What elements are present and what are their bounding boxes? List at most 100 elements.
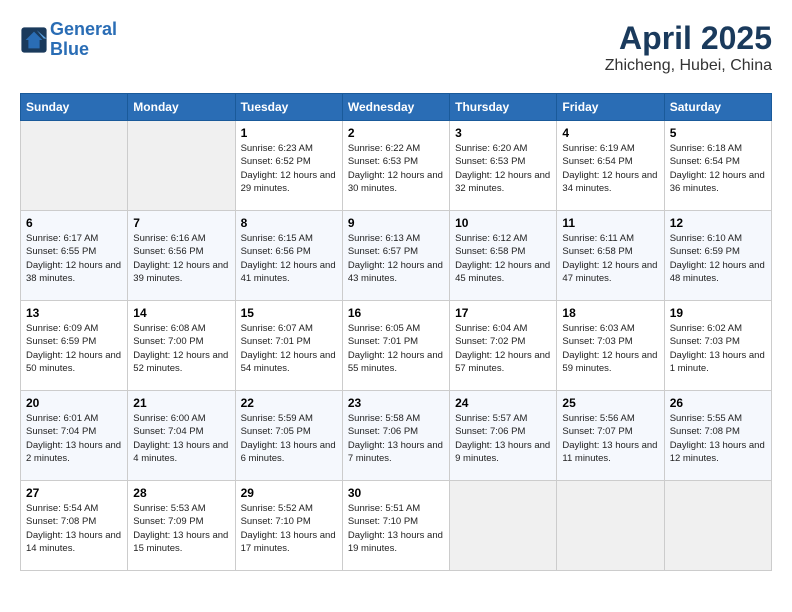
calendar-cell <box>450 481 557 571</box>
day-number: 26 <box>670 396 766 410</box>
day-detail: Sunrise: 5:54 AMSunset: 7:08 PMDaylight:… <box>26 502 122 555</box>
calendar-cell: 30Sunrise: 5:51 AMSunset: 7:10 PMDayligh… <box>342 481 449 571</box>
day-detail: Sunrise: 6:10 AMSunset: 6:59 PMDaylight:… <box>670 232 766 285</box>
day-number: 9 <box>348 216 444 230</box>
calendar-cell: 20 Sunrise: 6:01 AMSunset: 7:04 PMDayligh… <box>21 391 128 481</box>
calendar-cell: 17 Sunrise: 6:04 AMSunset: 7:02 PMDayligh… <box>450 301 557 391</box>
day-number: 27 <box>26 486 122 500</box>
calendar-cell: 24 Sunrise: 5:57 AMSunset: 7:06 PMDayligh… <box>450 391 557 481</box>
calendar-cell: 15 Sunrise: 6:07 AMSunset: 7:01 PMDayligh… <box>235 301 342 391</box>
day-detail: Sunrise: 5:55 AMSunset: 7:08 PMDaylight:… <box>670 412 766 465</box>
day-number: 19 <box>670 306 766 320</box>
logo-icon <box>20 26 48 54</box>
calendar-cell: 2Sunrise: 6:22 AMSunset: 6:53 PMDaylight… <box>342 121 449 211</box>
day-number: 30 <box>348 486 444 500</box>
day-number: 3 <box>455 126 551 140</box>
weekday-header-thursday: Thursday <box>450 94 557 121</box>
calendar-week-1: 1 Sunrise: 6:23 AMSunset: 6:52 PMDaylight… <box>21 121 772 211</box>
title-area: April 2025 Zhicheng, Hubei, China <box>605 20 772 75</box>
day-number: 28 <box>133 486 229 500</box>
calendar-cell: 23 Sunrise: 5:58 AMSunset: 7:06 PMDayligh… <box>342 391 449 481</box>
weekday-header-wednesday: Wednesday <box>342 94 449 121</box>
calendar-cell: 3 Sunrise: 6:20 AMSunset: 6:53 PMDaylight… <box>450 121 557 211</box>
calendar-cell: 16Sunrise: 6:05 AMSunset: 7:01 PMDayligh… <box>342 301 449 391</box>
logo-line1: General <box>50 19 117 39</box>
day-detail: Sunrise: 6:00 AMSunset: 7:04 PMDaylight:… <box>133 412 229 465</box>
day-detail: Sunrise: 6:02 AMSunset: 7:03 PMDaylight:… <box>670 322 766 375</box>
day-detail: Sunrise: 6:01 AMSunset: 7:04 PMDaylight:… <box>26 412 122 465</box>
day-detail: Sunrise: 5:56 AMSunset: 7:07 PMDaylight:… <box>562 412 658 465</box>
day-number: 14 <box>133 306 229 320</box>
location-title: Zhicheng, Hubei, China <box>605 57 772 75</box>
calendar-table: SundayMondayTuesdayWednesdayThursdayFrid… <box>20 93 772 571</box>
calendar-week-5: 27 Sunrise: 5:54 AMSunset: 7:08 PMDayligh… <box>21 481 772 571</box>
calendar-cell: 4 Sunrise: 6:19 AMSunset: 6:54 PMDaylight… <box>557 121 664 211</box>
day-detail: Sunrise: 6:12 AMSunset: 6:58 PMDaylight:… <box>455 232 551 285</box>
calendar-cell: 8 Sunrise: 6:15 AMSunset: 6:56 PMDaylight… <box>235 211 342 301</box>
day-number: 18 <box>562 306 658 320</box>
day-number: 20 <box>26 396 122 410</box>
day-number: 25 <box>562 396 658 410</box>
day-number: 8 <box>241 216 337 230</box>
day-detail: Sunrise: 5:53 AMSunset: 7:09 PMDaylight:… <box>133 502 229 555</box>
day-number: 10 <box>455 216 551 230</box>
logo: General Blue <box>20 20 117 60</box>
calendar-cell: 29 Sunrise: 5:52 AMSunset: 7:10 PMDayligh… <box>235 481 342 571</box>
day-detail: Sunrise: 6:17 AMSunset: 6:55 PMDaylight:… <box>26 232 122 285</box>
calendar-cell: 9 Sunrise: 6:13 AMSunset: 6:57 PMDaylight… <box>342 211 449 301</box>
calendar-cell: 28 Sunrise: 5:53 AMSunset: 7:09 PMDayligh… <box>128 481 235 571</box>
day-detail: Sunrise: 6:20 AMSunset: 6:53 PMDaylight:… <box>455 142 551 195</box>
calendar-cell: 7 Sunrise: 6:16 AMSunset: 6:56 PMDaylight… <box>128 211 235 301</box>
calendar-cell: 1 Sunrise: 6:23 AMSunset: 6:52 PMDaylight… <box>235 121 342 211</box>
day-detail: Sunrise: 6:04 AMSunset: 7:02 PMDaylight:… <box>455 322 551 375</box>
day-number: 17 <box>455 306 551 320</box>
calendar-cell: 10 Sunrise: 6:12 AMSunset: 6:58 PMDayligh… <box>450 211 557 301</box>
day-number: 4 <box>562 126 658 140</box>
calendar-cell: 12 Sunrise: 6:10 AMSunset: 6:59 PMDayligh… <box>664 211 771 301</box>
calendar-cell: 13Sunrise: 6:09 AMSunset: 6:59 PMDayligh… <box>21 301 128 391</box>
calendar-week-2: 6 Sunrise: 6:17 AMSunset: 6:55 PMDaylight… <box>21 211 772 301</box>
calendar-cell: 14 Sunrise: 6:08 AMSunset: 7:00 PMDayligh… <box>128 301 235 391</box>
calendar-week-4: 20 Sunrise: 6:01 AMSunset: 7:04 PMDayligh… <box>21 391 772 481</box>
calendar-week-3: 13Sunrise: 6:09 AMSunset: 6:59 PMDayligh… <box>21 301 772 391</box>
day-number: 1 <box>241 126 337 140</box>
day-number: 16 <box>348 306 444 320</box>
calendar-cell: 19 Sunrise: 6:02 AMSunset: 7:03 PMDayligh… <box>664 301 771 391</box>
month-title: April 2025 <box>605 20 772 57</box>
calendar-cell <box>128 121 235 211</box>
day-detail: Sunrise: 6:22 AMSunset: 6:53 PMDaylight:… <box>348 142 444 195</box>
calendar-cell: 11Sunrise: 6:11 AMSunset: 6:58 PMDayligh… <box>557 211 664 301</box>
day-detail: Sunrise: 6:07 AMSunset: 7:01 PMDaylight:… <box>241 322 337 375</box>
weekday-header-sunday: Sunday <box>21 94 128 121</box>
day-detail: Sunrise: 5:59 AMSunset: 7:05 PMDaylight:… <box>241 412 337 465</box>
weekday-header-friday: Friday <box>557 94 664 121</box>
day-number: 11 <box>562 216 658 230</box>
day-detail: Sunrise: 6:13 AMSunset: 6:57 PMDaylight:… <box>348 232 444 285</box>
day-detail: Sunrise: 5:58 AMSunset: 7:06 PMDaylight:… <box>348 412 444 465</box>
day-number: 7 <box>133 216 229 230</box>
weekday-header-monday: Monday <box>128 94 235 121</box>
calendar-cell: 21 Sunrise: 6:00 AMSunset: 7:04 PMDayligh… <box>128 391 235 481</box>
day-number: 29 <box>241 486 337 500</box>
day-number: 12 <box>670 216 766 230</box>
day-number: 21 <box>133 396 229 410</box>
day-detail: Sunrise: 6:15 AMSunset: 6:56 PMDaylight:… <box>241 232 337 285</box>
day-number: 5 <box>670 126 766 140</box>
calendar-cell <box>664 481 771 571</box>
day-detail: Sunrise: 5:52 AMSunset: 7:10 PMDaylight:… <box>241 502 337 555</box>
calendar-cell: 5Sunrise: 6:18 AMSunset: 6:54 PMDaylight… <box>664 121 771 211</box>
day-number: 22 <box>241 396 337 410</box>
day-detail: Sunrise: 6:03 AMSunset: 7:03 PMDaylight:… <box>562 322 658 375</box>
day-detail: Sunrise: 6:23 AMSunset: 6:52 PMDaylight:… <box>241 142 337 195</box>
calendar-cell <box>21 121 128 211</box>
weekday-header-tuesday: Tuesday <box>235 94 342 121</box>
day-number: 23 <box>348 396 444 410</box>
day-detail: Sunrise: 5:57 AMSunset: 7:06 PMDaylight:… <box>455 412 551 465</box>
day-detail: Sunrise: 6:19 AMSunset: 6:54 PMDaylight:… <box>562 142 658 195</box>
day-detail: Sunrise: 6:08 AMSunset: 7:00 PMDaylight:… <box>133 322 229 375</box>
day-detail: Sunrise: 6:16 AMSunset: 6:56 PMDaylight:… <box>133 232 229 285</box>
day-number: 24 <box>455 396 551 410</box>
calendar-cell: 27 Sunrise: 5:54 AMSunset: 7:08 PMDayligh… <box>21 481 128 571</box>
day-number: 15 <box>241 306 337 320</box>
day-number: 6 <box>26 216 122 230</box>
